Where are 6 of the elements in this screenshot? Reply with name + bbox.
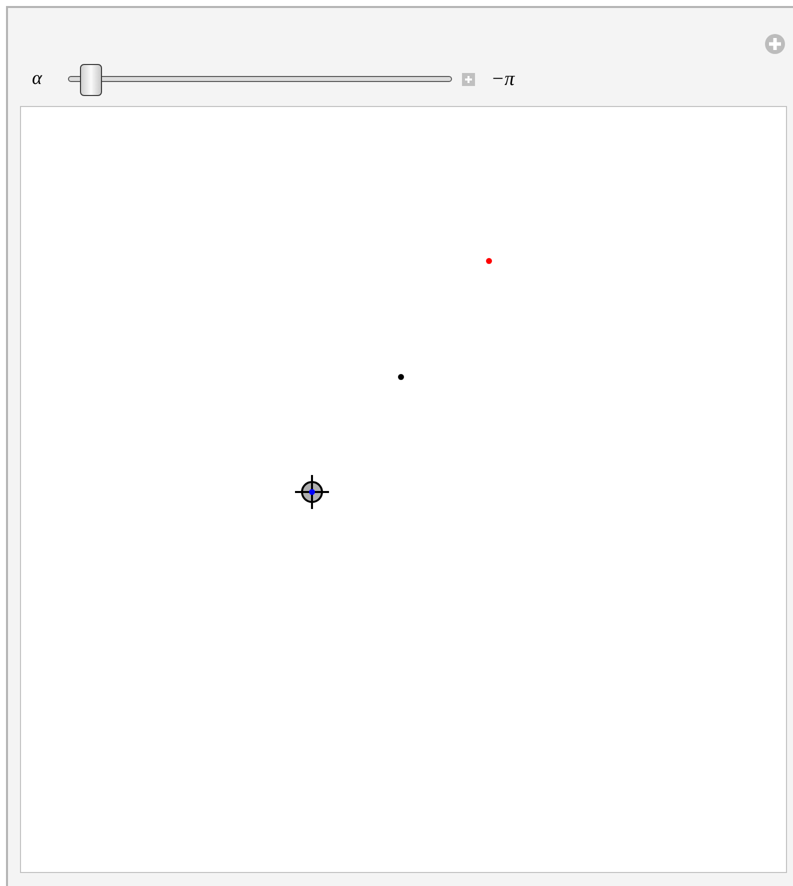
slider-label: α <box>32 66 44 91</box>
slider-value: −π <box>491 67 515 92</box>
slider[interactable] <box>68 64 452 94</box>
locator-icon[interactable] <box>294 474 330 510</box>
point <box>398 374 404 380</box>
point <box>486 258 492 264</box>
